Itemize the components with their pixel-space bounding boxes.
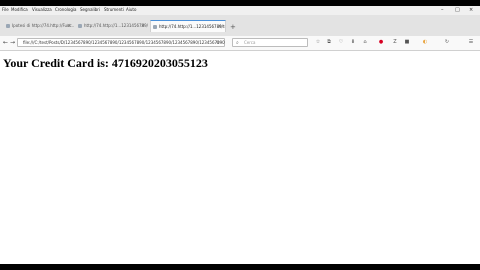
library-icon[interactable]: ⧉	[326, 39, 332, 45]
menu-visualizza[interactable]: Visualizza	[32, 7, 52, 13]
home-icon[interactable]: ⌂	[362, 39, 368, 45]
menu-modifica[interactable]: Modifica	[11, 7, 28, 13]
tab-close-icon[interactable]: ×	[218, 21, 222, 32]
page-heading: Your Credit Card is: 4716920203055123	[3, 56, 208, 70]
bookmark-star-icon[interactable]: ☆	[315, 39, 321, 45]
extension-icon[interactable]: ■	[404, 39, 410, 45]
tab-strip: Ipotesi di http://74.http://Fuoc... × ht…	[0, 15, 480, 37]
tab-close-icon[interactable]: ×	[67, 20, 71, 32]
url-text: file:///C:/test/Posts/D/1234567890/12345…	[23, 40, 225, 45]
new-tab-button[interactable]: +	[230, 23, 236, 31]
tab-close-icon[interactable]: ×	[141, 20, 145, 32]
url-bar[interactable]: file:///C:/test/Posts/D/1234567890/12345…	[17, 38, 225, 47]
forward-button[interactable]: →	[10, 38, 15, 47]
minimize-button[interactable]: –	[441, 7, 444, 13]
menu-file[interactable]: File	[2, 7, 9, 13]
menu-segnalibri[interactable]: Segnalibri	[80, 7, 100, 13]
menu-aiuto[interactable]: Aiuto	[126, 7, 136, 13]
zotero-icon[interactable]: Z	[392, 39, 398, 45]
tab-3-active[interactable]: http://74.http://1...1231456789/test ×	[150, 20, 226, 32]
search-icon: ⌕	[236, 40, 239, 46]
menu-strumenti[interactable]: Strumenti	[104, 7, 124, 13]
page-favicon-icon	[78, 24, 82, 28]
reload-icon[interactable]: ⟳	[216, 39, 220, 47]
menu-bar: File Modifica Visualizza Cronologia Segn…	[0, 6, 480, 15]
tab-label: http://74.http://1...1231456789/test	[159, 24, 226, 29]
close-window-button[interactable]: ×	[469, 7, 473, 13]
pocket-icon[interactable]: ♡	[338, 39, 344, 45]
search-placeholder: Cerca	[244, 40, 256, 45]
page-favicon-icon	[153, 25, 157, 29]
maximize-button[interactable]: □	[455, 7, 460, 13]
theme-icon[interactable]: ◐	[422, 39, 428, 45]
search-bar[interactable]: ⌕ Cerca	[232, 38, 308, 47]
hamburger-menu-icon[interactable]: ☰	[468, 39, 474, 45]
tab-label: http://74.http://1...1231456789/test	[84, 23, 148, 28]
browser-window: File Modifica Visualizza Cronologia Segn…	[0, 6, 480, 264]
back-button[interactable]: ←	[3, 38, 8, 47]
menu-cronologia[interactable]: Cronologia	[55, 7, 76, 13]
tab-1[interactable]: Ipotesi di http://74.http://Fuoc... ×	[4, 20, 74, 32]
page-favicon-icon	[6, 24, 10, 28]
adblock-icon[interactable]: ●	[378, 39, 384, 45]
download-icon[interactable]: ⬇	[350, 39, 356, 45]
page-content: Your Credit Card is: 4716920203055123	[0, 51, 480, 264]
sync-icon[interactable]: ↻	[444, 39, 450, 45]
tab-label: Ipotesi di http://74.http://Fuoc...	[12, 23, 74, 28]
navigation-bar: ← → file:///C:/test/Posts/D/1234567890/1…	[0, 36, 480, 51]
tab-2[interactable]: http://74.http://1...1231456789/test ×	[76, 20, 148, 32]
